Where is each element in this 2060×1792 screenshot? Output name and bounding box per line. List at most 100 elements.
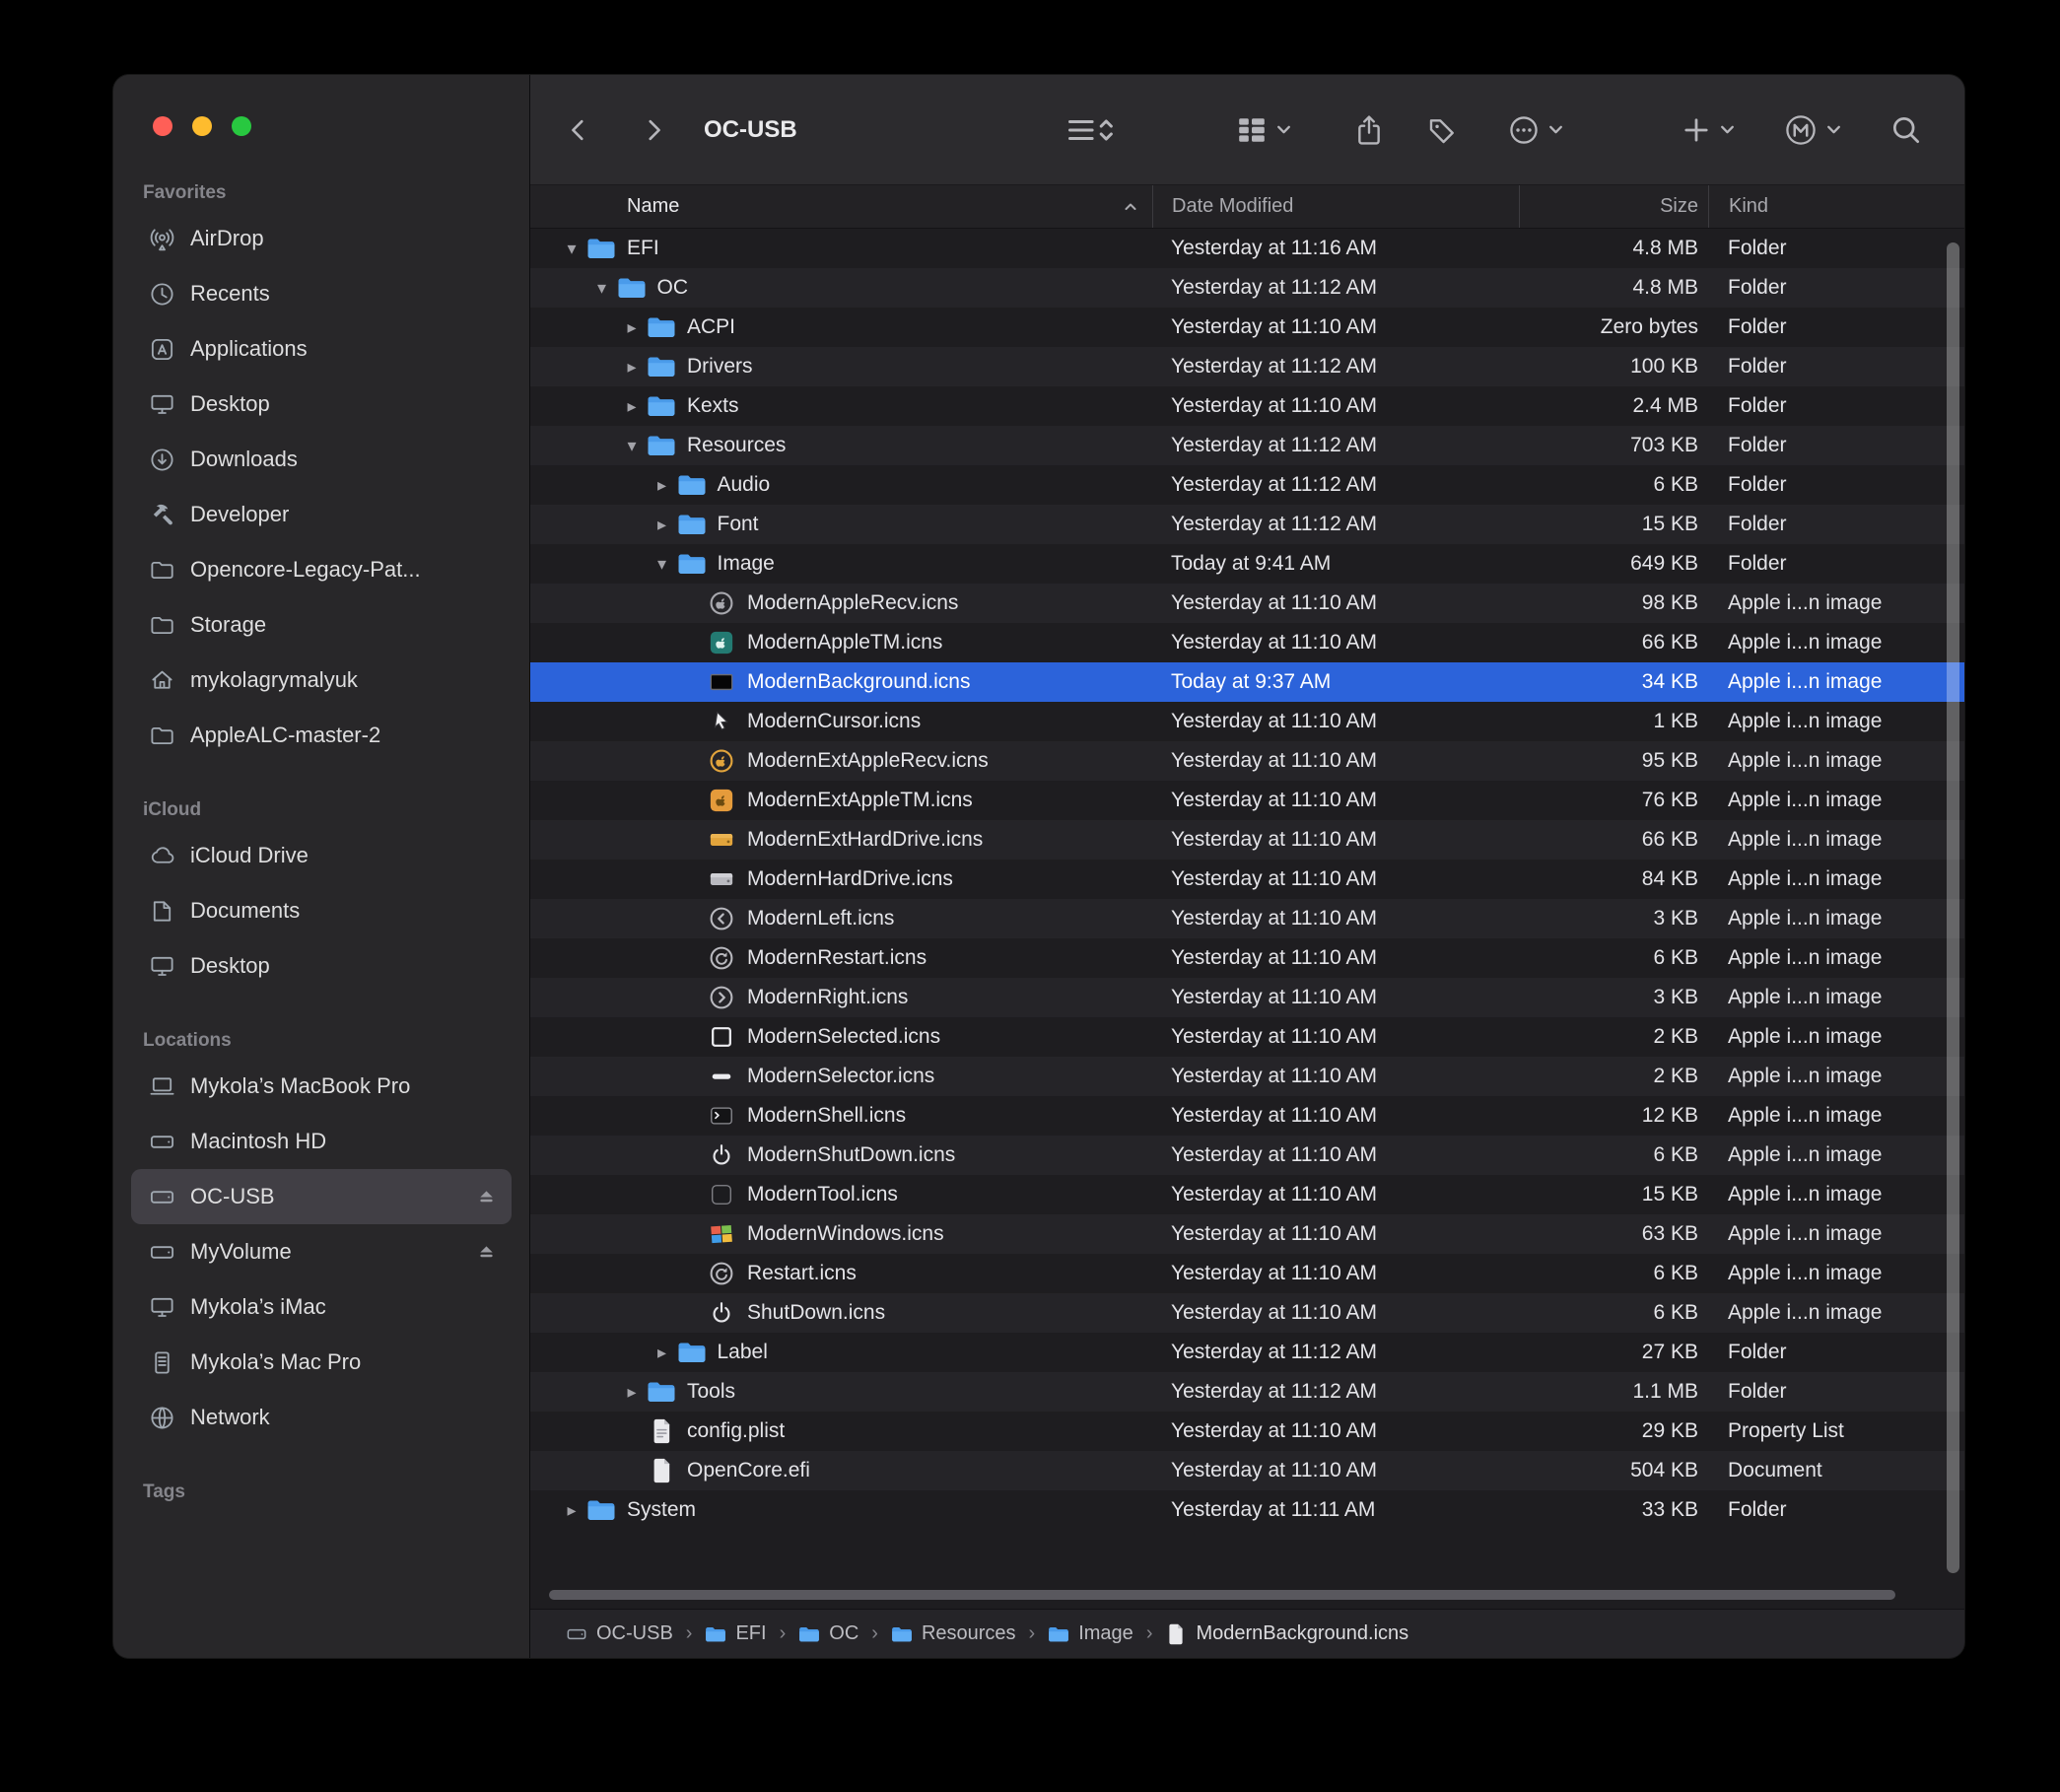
file-row[interactable]: ModernExtAppleTM.icnsYesterday at 11:10 … [530,781,1964,820]
file-row[interactable]: ▸AudioYesterday at 11:12 AM6 KBFolder [530,465,1964,505]
column-header-date[interactable]: Date Modified [1152,185,1519,228]
share-button[interactable] [1354,113,1384,147]
file-row[interactable]: ▸KextsYesterday at 11:10 AM2.4 MBFolder [530,386,1964,426]
sidebar-item-label: Mykola’s Mac Pro [190,1349,361,1375]
disclosure-closed-icon[interactable]: ▸ [557,1500,586,1521]
file-row[interactable]: ModernShell.icnsYesterday at 11:10 AM12 … [530,1096,1964,1136]
sidebar-item-documents[interactable]: Documents [131,883,512,938]
vertical-scrollbar[interactable] [1947,242,1959,1573]
sidebar-item-network[interactable]: Network [131,1390,512,1445]
file-row[interactable]: ModernHardDrive.icnsYesterday at 11:10 A… [530,860,1964,899]
sidebar-item-myvolume[interactable]: MyVolume [131,1224,512,1279]
sidebar-item-developer[interactable]: Developer [131,487,512,542]
file-row[interactable]: Restart.icnsYesterday at 11:10 AM6 KBApp… [530,1254,1964,1293]
sidebar-item-downloads[interactable]: Downloads [131,432,512,487]
disclosure-open-icon[interactable]: ▾ [617,436,647,456]
sidebar-item-oc-usb[interactable]: OC-USB [131,1169,512,1224]
more-actions-button[interactable] [1508,114,1565,146]
disclosure-open-icon[interactable]: ▾ [648,554,677,575]
sidebar-item-icloud-drive[interactable]: iCloud Drive [131,828,512,883]
sidebar-item-mykolagrymalyuk[interactable]: mykolagrymalyuk [131,653,512,708]
file-row[interactable]: ModernExtAppleRecv.icnsYesterday at 11:1… [530,741,1964,781]
file-row[interactable]: ▾ResourcesYesterday at 11:12 AM703 KBFol… [530,426,1964,465]
file-row[interactable]: ModernSelector.icnsYesterday at 11:10 AM… [530,1057,1964,1096]
new-item-button[interactable] [1682,115,1737,145]
sidebar-item-mykola-s-mac-pro[interactable]: Mykola’s Mac Pro [131,1335,512,1390]
file-row[interactable]: ModernBackground.icnsToday at 9:37 AM34 … [530,662,1964,702]
disclosure-closed-icon[interactable]: ▸ [617,396,647,417]
disclosure-open-icon[interactable]: ▾ [557,239,586,259]
sidebar-item-mykola-s-imac[interactable]: Mykola’s iMac [131,1279,512,1335]
file-row[interactable]: ModernAppleRecv.icnsYesterday at 11:10 A… [530,584,1964,623]
breadcrumb-item-oc-usb[interactable]: OC-USB [566,1622,673,1645]
file-row[interactable]: ModernWindows.icnsYesterday at 11:10 AM6… [530,1214,1964,1254]
file-row[interactable]: ModernAppleTM.icnsYesterday at 11:10 AM6… [530,623,1964,662]
column-header-name[interactable]: Name [530,185,1152,228]
column-header-size[interactable]: Size [1519,185,1708,228]
file-row[interactable]: config.plistYesterday at 11:10 AM29 KBPr… [530,1412,1964,1451]
file-row[interactable]: ▸ACPIYesterday at 11:10 AMZero bytesFold… [530,308,1964,347]
sidebar-item-applications[interactable]: Applications [131,321,512,377]
search-button[interactable] [1890,114,1922,146]
tag-button[interactable] [1427,114,1459,146]
file-name: ModernSelector.icns [747,1065,934,1088]
account-menu-button[interactable] [1784,113,1843,147]
sidebar-item-recents[interactable]: Recents [131,266,512,321]
file-row[interactable]: ▾EFIYesterday at 11:16 AM4.8 MBFolder [530,229,1964,268]
disclosure-closed-icon[interactable]: ▸ [648,515,677,535]
close-button[interactable] [153,116,172,136]
file-row[interactable]: ▸DriversYesterday at 11:12 AM100 KBFolde… [530,347,1964,386]
sidebar-item-mykola-s-macbook-pro[interactable]: Mykola’s MacBook Pro [131,1059,512,1114]
breadcrumb-item-modernbackground-icns[interactable]: ModernBackground.icns [1165,1622,1408,1645]
eject-button[interactable] [475,1241,498,1264]
column-header-kind[interactable]: Kind [1708,185,1964,228]
file-row[interactable]: ModernCursor.icnsYesterday at 11:10 AM1 … [530,702,1964,741]
view-options-button[interactable] [1061,113,1122,147]
file-date-modified: Yesterday at 11:10 AM [1152,1025,1519,1049]
sidebar-item-airdrop[interactable]: AirDrop [131,211,512,266]
breadcrumb-item-image[interactable]: Image [1048,1622,1133,1645]
sidebar-item-storage[interactable]: Storage [131,597,512,653]
file-date-modified: Yesterday at 11:12 AM [1152,513,1519,536]
file-row[interactable]: ModernExtHardDrive.icnsYesterday at 11:1… [530,820,1964,860]
file-row[interactable]: ▾OCYesterday at 11:12 AM4.8 MBFolder [530,268,1964,308]
disclosure-closed-icon[interactable]: ▸ [617,357,647,378]
sidebar-item-macintosh-hd[interactable]: Macintosh HD [131,1114,512,1169]
horizontal-scrollbar[interactable] [549,1590,1895,1600]
file-row[interactable]: ▸SystemYesterday at 11:11 AM33 KBFolder [530,1490,1964,1530]
file-row[interactable]: ▾ImageToday at 9:41 AM649 KBFolder [530,544,1964,584]
file-row[interactable]: ModernShutDown.icnsYesterday at 11:10 AM… [530,1136,1964,1175]
sidebar-item-desktop[interactable]: Desktop [131,938,512,994]
breadcrumb-item-efi[interactable]: EFI [705,1622,766,1645]
file-row[interactable]: ModernSelected.icnsYesterday at 11:10 AM… [530,1017,1964,1057]
group-button[interactable] [1236,114,1293,146]
file-row[interactable]: OpenCore.efiYesterday at 11:10 AM504 KBD… [530,1451,1964,1490]
sidebar-item-desktop[interactable]: Desktop [131,377,512,432]
file-row[interactable]: ModernLeft.icnsYesterday at 11:10 AM3 KB… [530,899,1964,938]
file-row[interactable]: ModernTool.icnsYesterday at 11:10 AM15 K… [530,1175,1964,1214]
file-row[interactable]: ▸FontYesterday at 11:12 AM15 KBFolder [530,505,1964,544]
disclosure-closed-icon[interactable]: ▸ [648,1343,677,1363]
zoom-button[interactable] [232,116,251,136]
file-size: 2.4 MB [1519,394,1708,418]
eject-button[interactable] [475,1186,498,1208]
disclosure-open-icon[interactable]: ▾ [587,278,617,299]
file-kind: Property List [1708,1419,1964,1443]
forward-button[interactable] [641,115,666,145]
disclosure-closed-icon[interactable]: ▸ [617,1382,647,1403]
file-row[interactable]: ▸LabelYesterday at 11:12 AM27 KBFolder [530,1333,1964,1372]
file-row[interactable]: ModernRight.icnsYesterday at 11:10 AM3 K… [530,978,1964,1017]
disclosure-closed-icon[interactable]: ▸ [617,317,647,338]
file-kind: Folder [1708,1380,1964,1404]
minimize-button[interactable] [192,116,212,136]
back-button[interactable] [566,115,591,145]
file-row[interactable]: ShutDown.icnsYesterday at 11:10 AM6 KBAp… [530,1293,1964,1333]
sidebar-item-applealc-master-2[interactable]: AppleALC-master-2 [131,708,512,763]
sidebar-item-opencore-legacy-pat[interactable]: Opencore-Legacy-Pat... [131,542,512,597]
breadcrumb-item-resources[interactable]: Resources [891,1622,1016,1645]
file-row[interactable]: ▸ToolsYesterday at 11:12 AM1.1 MBFolder [530,1372,1964,1412]
disclosure-closed-icon[interactable]: ▸ [648,475,677,496]
file-name-cell: ModernShutDown.icns [530,1136,1152,1175]
breadcrumb-item-oc[interactable]: OC [798,1622,858,1645]
file-row[interactable]: ModernRestart.icnsYesterday at 11:10 AM6… [530,938,1964,978]
